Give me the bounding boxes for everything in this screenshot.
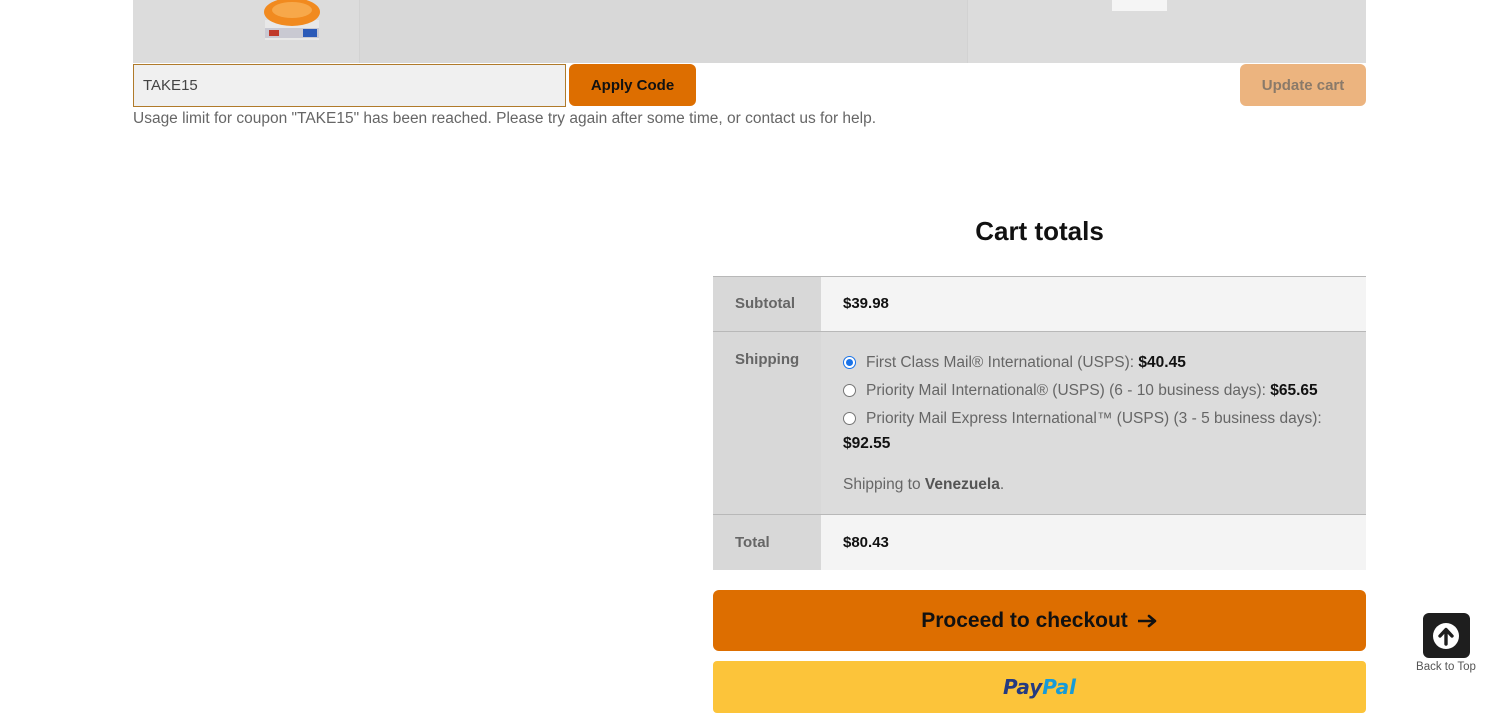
back-to-top-label: Back to Top <box>1416 661 1476 673</box>
paypal-button[interactable]: PayPal <box>713 661 1366 713</box>
shipping-label: Shipping <box>713 332 821 514</box>
shipping-option-express[interactable]: Priority Mail Express International™ (US… <box>843 406 1326 456</box>
total-label: Total <box>713 515 821 570</box>
shipping-option-priority[interactable]: Priority Mail International® (USPS) (6 -… <box>843 378 1326 403</box>
shipping-option-first-class[interactable]: First Class Mail® International (USPS): … <box>843 350 1326 375</box>
shipping-option-label: Priority Mail International® (USPS) (6 -… <box>866 382 1271 399</box>
quantity-input[interactable] <box>1112 0 1167 11</box>
paypal-logo-pal: Pal <box>1042 675 1077 699</box>
back-to-top-button[interactable]: Back to Top <box>1414 613 1478 673</box>
shipping-row: Shipping First Class Mail® International… <box>713 332 1366 515</box>
cart-item-row <box>133 0 1366 63</box>
coupon-code-input[interactable] <box>133 64 566 107</box>
shipping-option-price: $92.55 <box>843 435 891 452</box>
product-thumbnail[interactable] <box>261 0 323 40</box>
total-value: $80.43 <box>821 515 1366 570</box>
paypal-logo-pay: Pay <box>1002 675 1043 699</box>
shipping-option-label: First Class Mail® International (USPS): <box>866 354 1139 371</box>
radio-selected[interactable] <box>843 356 856 369</box>
back-to-top-box[interactable] <box>1422 613 1470 658</box>
shipping-option-price: $40.45 <box>1138 354 1186 371</box>
radio-unselected[interactable] <box>843 412 856 425</box>
shipping-destination: Shipping to Venezuela. <box>843 476 1326 494</box>
subtotal-value: $39.98 <box>821 277 1366 331</box>
shipping-destination-suffix: . <box>999 476 1005 493</box>
apply-coupon-button[interactable]: Apply Code <box>569 64 696 106</box>
cart-item-thumbnail-cell <box>133 0 359 63</box>
update-cart-button[interactable]: Update cart <box>1240 64 1366 106</box>
paypal-logo: PayPal <box>1003 675 1076 699</box>
cart-totals-table: Subtotal $39.98 Shipping First Class Mai… <box>713 276 1366 570</box>
shipping-destination-country: Venezuela <box>924 476 1000 493</box>
coupon-error-message: Usage limit for coupon "TAKE15" has been… <box>133 110 877 127</box>
total-row: Total $80.43 <box>713 515 1366 570</box>
cart-item-name-cell <box>359 0 968 63</box>
shipping-option-label: Priority Mail Express International™ (US… <box>866 410 1322 427</box>
proceed-to-checkout-button[interactable]: Proceed to checkout <box>713 590 1366 651</box>
subtotal-label: Subtotal <box>713 277 821 331</box>
shipping-option-price: $65.65 <box>1270 382 1318 399</box>
shipping-methods: First Class Mail® International (USPS): … <box>821 332 1366 514</box>
checkout-label: Proceed to checkout <box>921 608 1128 632</box>
radio-unselected[interactable] <box>843 384 856 397</box>
arrow-up-circle-icon <box>1433 622 1459 649</box>
shipping-destination-prefix: Shipping to <box>843 476 925 493</box>
arrow-right-icon <box>1137 614 1157 627</box>
cart-totals-title: Cart totals <box>975 216 1104 246</box>
subtotal-row: Subtotal $39.98 <box>713 277 1366 332</box>
